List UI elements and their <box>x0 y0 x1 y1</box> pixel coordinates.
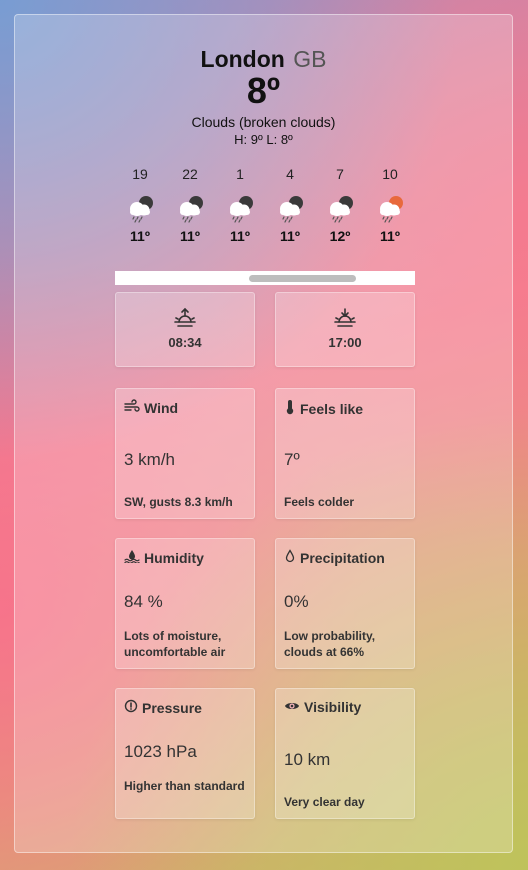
precipitation-tile: Precipitation 0% Low probability, clouds… <box>275 538 415 669</box>
sunset-tile: 17:00 <box>275 292 415 367</box>
hourly-forecast[interactable]: 19 11º 22 11º 1 11º 4 11º 7 12º 10 11º <box>115 165 415 285</box>
wind-title: Wind <box>124 399 178 416</box>
hourly-item: 1 11º <box>215 165 265 244</box>
hour-temperature: 12º <box>329 228 351 244</box>
gauge-icon <box>124 699 142 716</box>
rain-cloud-moon-icon <box>123 193 157 223</box>
scrollbar-thumb[interactable] <box>249 275 356 282</box>
rain-cloud-moon-icon <box>223 193 257 223</box>
city-name: London <box>200 46 285 72</box>
pressure-note: Higher than standard <box>124 779 245 793</box>
weather-header: London GB 8º Clouds (broken clouds) H: 9… <box>15 45 512 149</box>
wind-tile: Wind 3 km/h SW, gusts 8.3 km/h <box>115 388 255 519</box>
weather-description: Clouds (broken clouds) <box>191 114 336 130</box>
current-temperature: 8º <box>246 70 281 111</box>
hour-temperature: 11º <box>180 228 200 244</box>
humidity-tile: Humidity 84 % Lots of moisture, uncomfor… <box>115 538 255 669</box>
sunrise-tile: 08:34 <box>115 292 255 367</box>
precipitation-title: Precipitation <box>284 549 385 566</box>
hour-temperature: 11º <box>280 228 300 244</box>
wind-value: 3 km/h <box>124 450 176 469</box>
feels-like-note: Feels colder <box>284 495 355 509</box>
rain-cloud-moon-icon <box>323 193 357 223</box>
eye-icon <box>284 699 304 715</box>
rain-cloud-moon-icon <box>173 193 207 223</box>
hourly-item: 22 11º <box>165 165 215 244</box>
precipitation-value: 0% <box>284 592 309 611</box>
visibility-tile: Visibility 10 km Very clear day <box>275 688 415 819</box>
hourly-item: 10 11º <box>365 165 415 244</box>
hour-temperature: 11º <box>130 228 150 244</box>
hourly-item: 4 11º <box>265 165 315 244</box>
rain-cloud-sun-icon <box>373 193 407 223</box>
hourly-scrollbar[interactable] <box>115 271 415 285</box>
visibility-value: 10 km <box>284 750 331 769</box>
hour-time: 7 <box>336 166 344 182</box>
high-low-temperature: H: 9º L: 8º <box>234 132 293 147</box>
sunset-time: 17:00 <box>328 335 362 350</box>
hour-time: 19 <box>132 166 148 182</box>
feels-like-tile: Feels like 7º Feels colder <box>275 388 415 519</box>
hour-temperature: 11º <box>230 228 250 244</box>
visibility-title: Visibility <box>284 699 361 715</box>
wind-icon <box>124 399 144 416</box>
rain-cloud-moon-icon <box>273 193 307 223</box>
pressure-value: 1023 hPa <box>124 742 197 761</box>
sunrise-icon <box>173 307 197 329</box>
hour-time: 4 <box>286 166 294 182</box>
hour-time: 10 <box>382 166 398 182</box>
visibility-note: Very clear day <box>284 795 365 809</box>
humidity-icon <box>124 549 144 566</box>
wind-note: SW, gusts 8.3 km/h <box>124 495 233 509</box>
country-code: GB <box>293 46 327 72</box>
pressure-title: Pressure <box>124 699 202 716</box>
droplet-icon <box>284 549 300 566</box>
humidity-note: Lots of moisture, uncomfortable air <box>124 629 226 659</box>
hour-temperature: 11º <box>380 228 400 244</box>
sunset-icon <box>333 307 357 329</box>
humidity-value: 84 % <box>124 592 163 611</box>
weather-card: London GB 8º Clouds (broken clouds) H: 9… <box>14 14 513 853</box>
pressure-tile: Pressure 1023 hPa Higher than standard <box>115 688 255 819</box>
humidity-title: Humidity <box>124 549 204 566</box>
hour-time: 1 <box>236 166 244 182</box>
sunrise-time: 08:34 <box>168 335 202 350</box>
hour-time: 22 <box>182 166 198 182</box>
precipitation-note: Low probability, clouds at 66% <box>284 629 376 659</box>
hourly-item: 7 12º <box>315 165 365 244</box>
hourly-item: 19 11º <box>115 165 165 244</box>
feels-like-value: 7º <box>284 450 300 469</box>
location: London GB <box>15 45 512 73</box>
thermometer-icon <box>284 399 300 418</box>
feels-like-title: Feels like <box>284 399 363 418</box>
